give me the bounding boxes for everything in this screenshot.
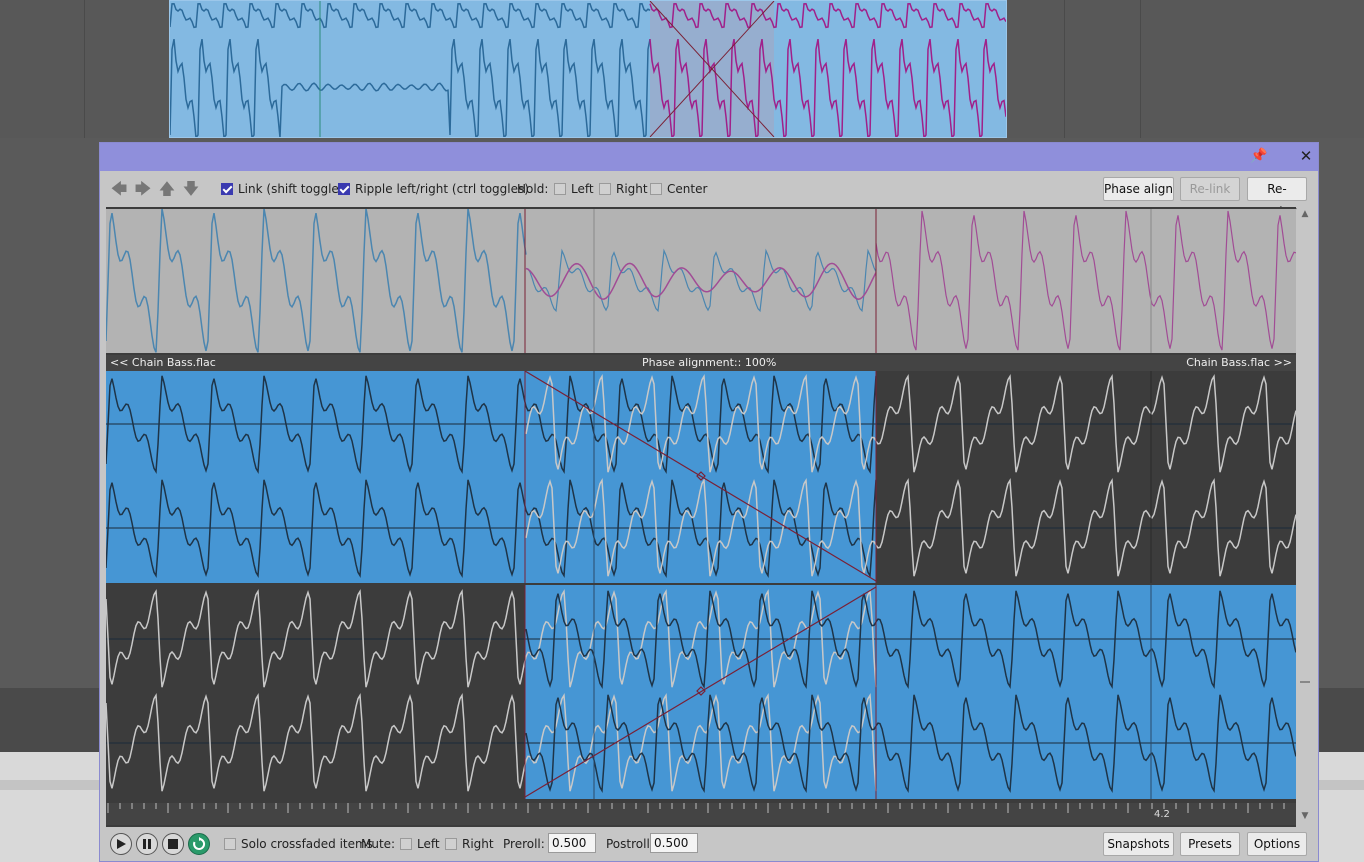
ripple-checkbox-label: Ripple left/right (ctrl toggles) bbox=[355, 182, 529, 196]
incoming-item-lane[interactable] bbox=[105, 585, 1297, 799]
hold-left-checkbox[interactable]: Left bbox=[554, 179, 594, 199]
stop-icon bbox=[168, 839, 178, 849]
mute-label: Mute: bbox=[361, 837, 396, 851]
link-checkbox-label: Link (shift toggles) bbox=[238, 182, 350, 196]
phase-alignment-status: Phase alignment:: 100% bbox=[642, 356, 777, 369]
hold-center-box[interactable] bbox=[650, 183, 662, 195]
loop-button[interactable] bbox=[188, 833, 210, 855]
left-item-name: << Chain Bass.flac bbox=[110, 356, 216, 369]
mute-right-label: Right bbox=[462, 837, 494, 851]
arrow-up-icon[interactable]: 🡅 bbox=[157, 179, 177, 199]
outgoing-item-lane[interactable] bbox=[105, 370, 1297, 583]
play-button[interactable] bbox=[110, 833, 132, 855]
lane-header: << Chain Bass.flac Phase alignment:: 100… bbox=[106, 355, 1296, 371]
presets-button[interactable]: Presets bbox=[1180, 832, 1240, 856]
right-item-name: Chain Bass.flac >> bbox=[1186, 356, 1292, 369]
ripple-checkbox[interactable]: Ripple left/right (ctrl toggles) bbox=[338, 179, 529, 199]
hold-right-label: Right bbox=[616, 182, 648, 196]
play-icon bbox=[117, 839, 126, 849]
media-item-crossfade[interactable] bbox=[169, 0, 1007, 138]
mute-right-box[interactable] bbox=[445, 838, 457, 850]
postroll-label: Postroll: bbox=[606, 837, 654, 851]
mute-left-box[interactable] bbox=[400, 838, 412, 850]
pause-button[interactable] bbox=[136, 833, 158, 855]
window-titlebar[interactable] bbox=[100, 143, 1318, 171]
scroll-thumb[interactable] bbox=[1300, 681, 1310, 683]
crossfade-editor-area[interactable]: << Chain Bass.flac Phase alignment:: 100… bbox=[105, 207, 1297, 827]
hold-center-label: Center bbox=[667, 182, 708, 196]
snapshots-button[interactable]: Snapshots bbox=[1103, 832, 1174, 856]
loop-icon bbox=[193, 837, 206, 850]
scroll-down-icon[interactable]: ▼ bbox=[1298, 809, 1312, 823]
overview-waveform[interactable] bbox=[105, 208, 1297, 353]
crossfade-editor-window: 📌 ✕ 🡄 🡆 🡅 🡇 Link (shift toggles) Ripple … bbox=[99, 142, 1319, 862]
arrow-right-icon[interactable]: 🡆 bbox=[133, 179, 153, 199]
recenter-button[interactable]: Re-center bbox=[1247, 177, 1307, 218]
solo-crossfaded-label: Solo crossfaded items bbox=[241, 837, 373, 851]
hold-label: Hold: bbox=[517, 182, 549, 196]
mute-left-label: Left bbox=[417, 837, 440, 851]
timeline-ruler[interactable]: 4.2 bbox=[106, 803, 1296, 825]
pause-icon bbox=[143, 839, 151, 849]
ruler-marker-label: 4.2 bbox=[1154, 809, 1170, 820]
preroll-input[interactable] bbox=[548, 833, 596, 853]
hold-right-checkbox[interactable]: Right bbox=[599, 179, 648, 199]
overview-waveform-svg bbox=[105, 208, 1297, 353]
arrow-down-icon[interactable]: 🡇 bbox=[181, 179, 201, 199]
hold-center-checkbox[interactable]: Center bbox=[650, 179, 707, 199]
grid-line bbox=[1140, 0, 1141, 138]
link-checkbox-box[interactable] bbox=[221, 183, 233, 195]
ruler-ticks bbox=[107, 803, 1285, 813]
preroll-label: Preroll: bbox=[503, 837, 545, 851]
mute-right-checkbox[interactable]: Right bbox=[445, 833, 494, 855]
grid-line bbox=[1064, 0, 1065, 138]
options-button[interactable]: Options bbox=[1247, 832, 1307, 856]
relink-button[interactable]: Re-link bbox=[1180, 177, 1240, 201]
outgoing-lane-svg bbox=[105, 370, 1297, 583]
vertical-scrollbar[interactable]: ▲ ▼ bbox=[1298, 207, 1312, 827]
solo-crossfaded-checkbox[interactable]: Solo crossfaded items bbox=[224, 833, 373, 855]
hold-left-label: Left bbox=[571, 182, 594, 196]
hold-right-box[interactable] bbox=[599, 183, 611, 195]
scroll-up-icon[interactable]: ▲ bbox=[1298, 207, 1312, 221]
link-checkbox[interactable]: Link (shift toggles) bbox=[221, 179, 350, 199]
arrow-left-icon[interactable]: 🡄 bbox=[109, 179, 129, 199]
ripple-checkbox-box[interactable] bbox=[338, 183, 350, 195]
incoming-lane-svg bbox=[105, 585, 1297, 799]
hold-left-box[interactable] bbox=[554, 183, 566, 195]
close-icon[interactable]: ✕ bbox=[1296, 146, 1316, 166]
grid-line bbox=[84, 0, 85, 138]
pin-icon[interactable]: 📌 bbox=[1250, 147, 1267, 165]
phase-align-button[interactable]: Phase align bbox=[1103, 177, 1174, 201]
stop-button[interactable] bbox=[162, 833, 184, 855]
media-item-waveform bbox=[170, 1, 1006, 137]
postroll-input[interactable] bbox=[650, 833, 698, 853]
mute-left-checkbox[interactable]: Left bbox=[400, 833, 440, 855]
solo-crossfaded-box[interactable] bbox=[224, 838, 236, 850]
